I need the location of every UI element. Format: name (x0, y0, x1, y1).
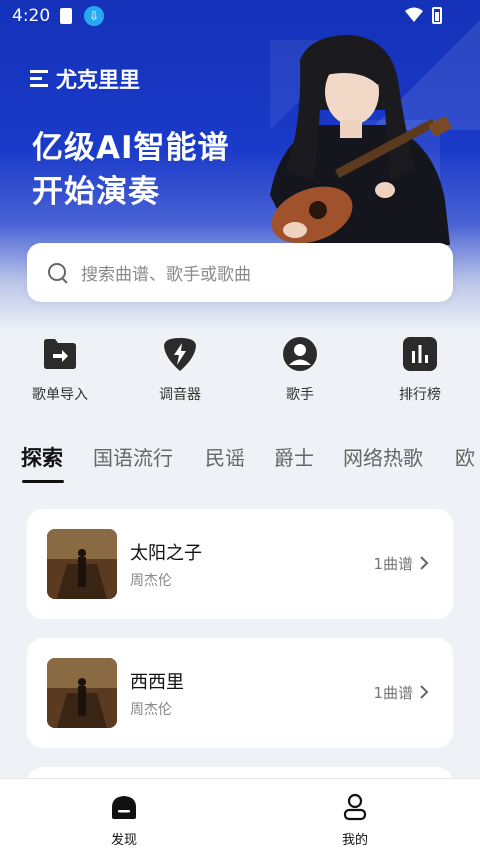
tuner-pick-icon (162, 336, 198, 372)
tab-western[interactable]: 欧 (455, 442, 475, 471)
quick-action-label: 排行榜 (399, 387, 441, 403)
search-placeholder: 搜索曲谱、歌手或歌曲 (81, 265, 251, 285)
app-logo: 尤克里里 (30, 64, 140, 94)
search-icon (47, 262, 69, 284)
category-tabs: 探索 国语流行 民谣 爵士 网络热歌 欧 (0, 442, 480, 492)
song-artist: 周杰伦 (130, 702, 172, 718)
quick-action-singer[interactable]: 歌手 (250, 336, 350, 404)
search-bar[interactable]: 搜索曲谱、歌手或歌曲 (27, 243, 453, 302)
quick-action-label: 调音器 (159, 387, 201, 403)
tab-jazz[interactable]: 爵士 (274, 442, 314, 471)
nav-discover[interactable]: 发现 (84, 793, 164, 848)
tab-count: 1曲谱 (373, 555, 413, 573)
hero-title: 亿级AI智能谱 开始演奏 (32, 126, 230, 214)
quick-action-tuner[interactable]: 调音器 (130, 336, 230, 404)
quick-actions: 歌单导入 调音器 歌手 排行榜 (0, 336, 480, 406)
album-cover (47, 658, 117, 728)
tab-mandarin-pop[interactable]: 国语流行 (93, 442, 173, 471)
song-artist: 周杰伦 (130, 573, 172, 589)
nav-label: 我的 (341, 833, 368, 848)
status-time: 4:20 (12, 6, 51, 26)
tab-folk[interactable]: 民谣 (205, 442, 245, 471)
app-name: 尤克里里 (56, 68, 140, 92)
song-title: 西西里 (130, 672, 184, 693)
quick-action-label: 歌单导入 (32, 387, 88, 403)
singer-avatar-icon (282, 336, 318, 372)
wifi-icon (405, 7, 423, 22)
hero-title-line-2: 开始演奏 (32, 174, 160, 210)
nav-profile[interactable]: 我的 (315, 793, 395, 848)
ranking-chart-icon (402, 336, 438, 372)
tab-internet-hits[interactable]: 网络热歌 (343, 442, 423, 471)
tab-explore[interactable]: 探索 (21, 442, 63, 472)
nav-label: 发现 (110, 833, 137, 848)
status-bar: 4:20 ⇩ (0, 0, 480, 32)
song-title: 太阳之子 (130, 543, 202, 564)
quick-action-ranking[interactable]: 排行榜 (370, 336, 470, 404)
artist-with-ukulele-image (270, 35, 452, 245)
song-card[interactable]: 太阳之子 周杰伦 1曲谱 (27, 509, 453, 619)
battery-icon (432, 7, 442, 24)
hero-title-line-1: 亿级AI智能谱 (32, 130, 230, 166)
song-card[interactable]: 西西里 周杰伦 1曲谱 (27, 638, 453, 748)
menu-logo-icon (30, 70, 48, 88)
chevron-right-icon (420, 685, 429, 699)
download-icon: ⇩ (84, 6, 104, 26)
discover-home-icon (112, 796, 136, 819)
active-tab-indicator (22, 480, 64, 483)
sim-card-icon (60, 8, 72, 24)
album-cover (47, 529, 117, 599)
chevron-right-icon (420, 556, 429, 570)
quick-action-playlist-import[interactable]: 歌单导入 (10, 336, 110, 404)
tab-count: 1曲谱 (373, 684, 413, 702)
quick-action-label: 歌手 (286, 387, 314, 403)
bottom-navigation: 发现 我的 (0, 778, 480, 853)
folder-import-icon (42, 336, 78, 372)
profile-icon (343, 793, 367, 821)
